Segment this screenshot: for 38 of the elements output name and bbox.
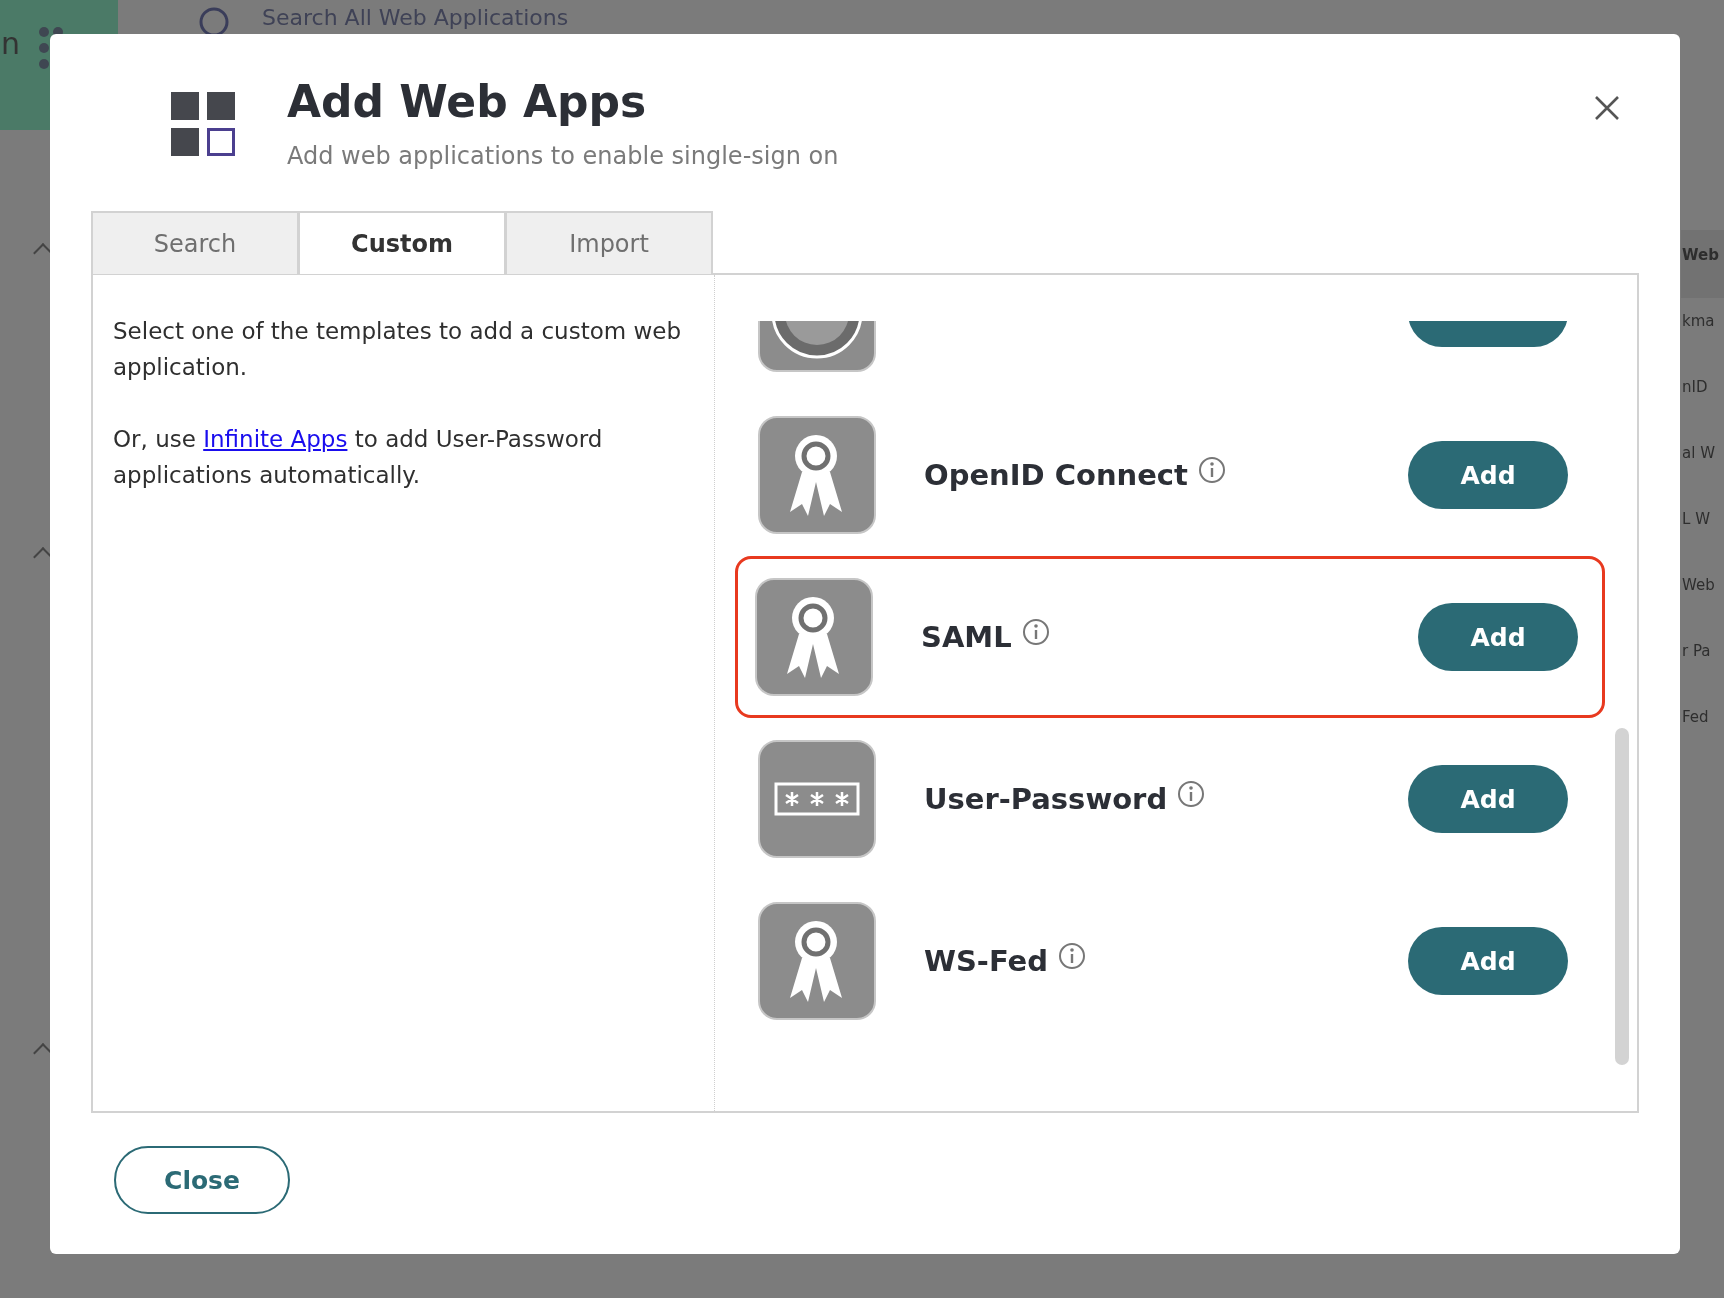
search-field[interactable]: Search All Web Applications [262, 2, 762, 32]
infinite-apps-link[interactable]: Infinite Apps [203, 426, 348, 452]
template-name: SAML [921, 620, 1012, 654]
list-item-text: Fed [1681, 707, 1710, 728]
info-icon[interactable] [1197, 456, 1226, 484]
ribbon-award-icon [758, 902, 876, 1020]
add-button[interactable]: Add [1408, 441, 1568, 509]
add-button[interactable]: Add [1418, 603, 1578, 671]
list-item-text: Web [1681, 230, 1724, 298]
list-item-text: L W [1681, 509, 1711, 530]
template-name: OpenID Connect [924, 458, 1188, 492]
scrollbar[interactable] [1615, 728, 1629, 1065]
info-icon[interactable] [1058, 942, 1086, 970]
sidebar-label: n [1, 26, 20, 61]
dialog-subtitle: Add web applications to enable single-sign on [287, 142, 839, 170]
add-button[interactable]: Add [1408, 927, 1568, 995]
ribbon-award-icon [755, 578, 873, 696]
add-button[interactable]: Add [1408, 765, 1568, 833]
dialog-title: Add Web Apps [287, 75, 648, 129]
info-icon[interactable] [1021, 618, 1050, 646]
hint-text: Or, use Infinite Apps to add User-Password applications automatically. [113, 425, 604, 490]
tab[interactable]: Import [505, 211, 713, 274]
list-item-text: nID [1681, 377, 1709, 398]
template-name: User-Password [924, 782, 1168, 816]
list-item-text: al W [1681, 443, 1716, 464]
close-icon[interactable] [1593, 94, 1621, 122]
intro-text: Select one of the templates to add a custom web application. [113, 317, 682, 382]
password-field-icon [758, 740, 876, 858]
list-item-text: Web [1681, 575, 1716, 596]
info-icon[interactable] [1177, 780, 1206, 808]
template-name: WS-Fed [924, 944, 1048, 978]
ribbon-award-icon [758, 416, 876, 534]
apps-grid-icon [171, 92, 237, 158]
tab[interactable]: Search [91, 211, 299, 274]
tab[interactable]: Custom [298, 211, 506, 274]
list-item-text: r Pa [1681, 641, 1712, 662]
close-button[interactable]: Close [114, 1146, 290, 1214]
list-item-text: kma [1681, 311, 1716, 332]
